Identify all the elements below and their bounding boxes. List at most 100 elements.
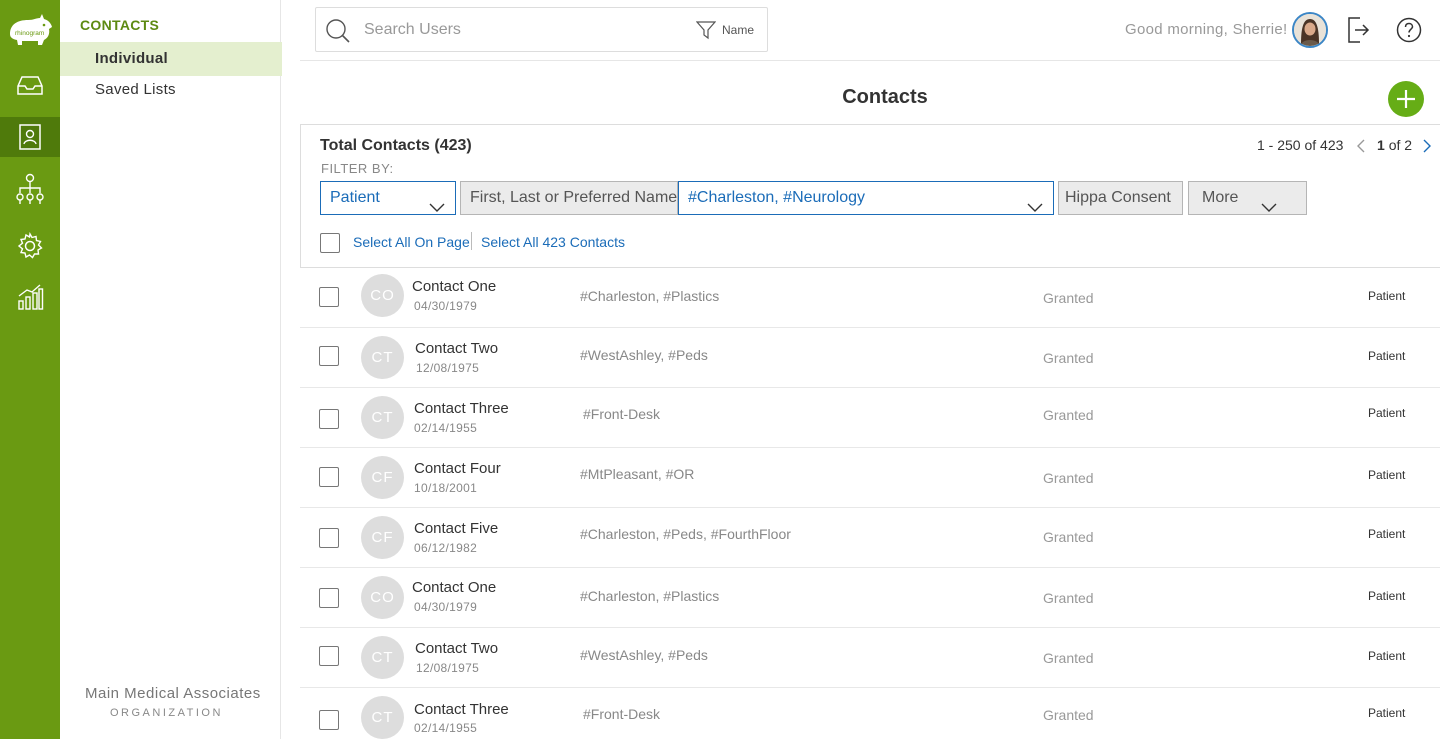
contacts-sidebar: CONTACTS Individual Saved Lists Main Med… [60,0,282,739]
contact-row[interactable]: CT Contact Two 12/08/1975 #WestAshley, #… [300,628,1440,688]
tags-select-value: #Charleston, #Neurology [688,189,865,206]
sidebar-item-individual[interactable]: Individual [60,42,282,76]
contact-tags: #Front-Desk [583,406,661,422]
contact-avatar: CF [361,516,404,559]
user-search: Name [315,7,768,52]
add-contact-button[interactable] [1388,81,1424,117]
hippa-consent-label: Hippa Consent [1065,189,1171,206]
contact-consent: Granted [1043,470,1094,486]
contact-tags: #WestAshley, #Peds [580,347,708,363]
sidebar-item-saved-lists[interactable]: Saved Lists [60,73,282,107]
contact-type: Patient [1368,349,1406,363]
org-chart-icon[interactable] [0,170,60,210]
contact-consent: Granted [1043,707,1094,723]
select-all-contacts-link[interactable]: Select All 423 Contacts [481,234,625,250]
plus-icon [1397,90,1415,108]
contact-avatar: CT [361,696,404,739]
greeting-text: Good morning, Sherrie! [1125,21,1288,38]
select-all-on-page-link[interactable]: Select All On Page [353,234,470,250]
contact-name[interactable]: Contact Three [414,701,509,718]
contact-row[interactable]: CF Contact Five 06/12/1982 #Charleston, … [300,508,1440,568]
pager-range: 1 - 250 of 423 [1257,137,1344,153]
contact-consent: Granted [1043,290,1094,306]
search-icon[interactable] [324,17,352,50]
contact-dob: 06/12/1982 [414,541,478,555]
row-checkbox[interactable] [319,346,339,366]
contact-type: Patient [1368,589,1406,603]
contacts-icon[interactable] [0,117,60,157]
contact-row[interactable]: CO Contact One 04/30/1979 #Charleston, #… [300,268,1440,328]
row-checkbox[interactable] [319,710,339,730]
pager-page: 1 of 2 [1377,137,1412,153]
contact-tags: #Charleston, #Plastics [580,588,720,604]
contact-row[interactable]: CT Contact Two 12/08/1975 #WestAshley, #… [300,328,1440,388]
row-checkbox[interactable] [319,588,339,608]
contact-avatar: CT [361,336,404,379]
contact-type: Patient [1368,527,1406,541]
contact-type-select[interactable]: Patient [320,181,456,215]
app-root: rhinogram CONTACTS Individual Saved List… [0,0,1440,739]
contact-dob: 04/30/1979 [414,600,478,614]
contact-tags: #WestAshley, #Peds [580,647,708,663]
inbox-icon[interactable] [0,65,60,105]
user-avatar[interactable] [1292,12,1328,48]
select-all-checkbox[interactable] [320,233,340,253]
contact-type: Patient [1368,649,1406,663]
tags-select[interactable]: #Charleston, #Neurology [678,181,1054,215]
filter-panel: Total Contacts (423) FILTER BY: 1 - 250 … [300,124,1440,268]
contact-type: Patient [1368,406,1406,420]
contact-name[interactable]: Contact Four [414,460,501,477]
contact-name[interactable]: Contact Three [414,400,509,417]
row-checkbox[interactable] [319,646,339,666]
total-contacts: Total Contacts (423) [320,137,472,154]
contact-row[interactable]: CF Contact Four 10/18/2001 #MtPleasant, … [300,448,1440,508]
contact-avatar: CF [361,456,404,499]
pager-current: 1 [1377,137,1385,153]
organization-name: Main Medical Associates [85,685,261,702]
contact-avatar: CO [361,576,404,619]
contact-avatar: CT [361,396,404,439]
row-checkbox[interactable] [319,287,339,307]
hippa-consent-select[interactable]: Hippa Consent [1058,181,1183,215]
contact-row[interactable]: CO Contact One 04/30/1979 #Charleston, #… [300,568,1440,628]
contact-name[interactable]: Contact One [412,278,496,295]
contact-row[interactable]: CT Contact Three 02/14/1955 #Front-Desk … [300,688,1440,739]
row-checkbox[interactable] [319,528,339,548]
contact-name[interactable]: Contact One [412,579,496,596]
name-filter-field[interactable]: First, Last or Preferred Name [460,181,678,215]
divider [471,232,472,250]
contact-type: Patient [1368,468,1406,482]
icon-rail: rhinogram [0,0,60,739]
contact-tags: #Charleston, #Plastics [580,288,720,304]
name-filter-placeholder: First, Last or Preferred Name [470,189,678,206]
settings-icon[interactable] [0,226,60,266]
contact-dob: 02/14/1955 [414,421,478,435]
contact-tags: #Charleston, #Peds, #FourthFloor [580,526,791,542]
contact-row[interactable]: CT Contact Three 02/14/1955 #Front-Desk … [300,388,1440,448]
row-checkbox[interactable] [319,467,339,487]
logout-icon[interactable] [1346,16,1370,49]
filter-icon[interactable] [695,20,717,45]
contact-consent: Granted [1043,529,1094,545]
contact-type-value: Patient [330,189,380,206]
chevron-right-icon[interactable] [1422,139,1432,158]
row-checkbox[interactable] [319,409,339,429]
contact-type: Patient [1368,289,1406,303]
contact-tags: #MtPleasant, #OR [580,466,695,482]
search-input[interactable] [364,18,684,42]
search-filter-label[interactable]: Name [722,23,754,37]
sidebar-section-title: CONTACTS [80,17,160,33]
help-icon[interactable] [1396,17,1422,48]
analytics-icon[interactable] [0,277,60,317]
contact-dob: 10/18/2001 [414,481,478,495]
contact-name[interactable]: Contact Two [415,340,498,357]
rhinogram-logo[interactable]: rhinogram [6,12,54,48]
contact-name[interactable]: Contact Five [414,520,498,537]
chevron-left-icon[interactable] [1356,139,1366,158]
contact-name[interactable]: Contact Two [415,640,498,657]
organization-label: ORGANIZATION [110,707,223,719]
more-filters-select[interactable]: More [1188,181,1307,215]
contact-type: Patient [1368,706,1406,720]
pager-of-total: of 2 [1388,137,1413,153]
contact-consent: Granted [1043,650,1094,666]
